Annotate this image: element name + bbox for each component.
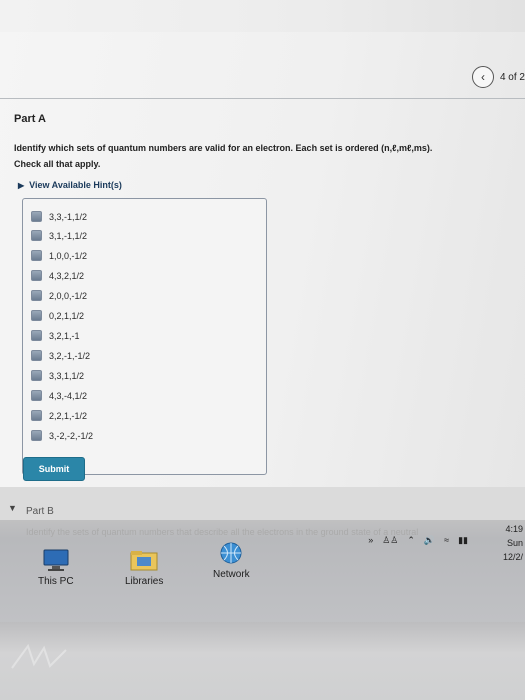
checkbox[interactable]: [31, 250, 42, 261]
option-item[interactable]: 2,2,1,-1/2: [31, 410, 87, 421]
instruction-text: Check all that apply.: [14, 159, 101, 169]
chevron-left-icon: ‹: [480, 70, 485, 84]
option-label: 3,2,-1,-1/2: [49, 350, 91, 361]
browser-top-strip: [0, 0, 525, 33]
option-item[interactable]: 0,2,1,1/2: [31, 310, 84, 321]
checkbox[interactable]: [31, 310, 42, 321]
submit-button[interactable]: Submit: [23, 457, 85, 481]
option-item[interactable]: 3,2,-1,-1/2: [31, 350, 90, 361]
answer-options: 3,3,-1,1/2 3,1,-1,1/2 1,0,0,-1/2 4,3,2,1…: [22, 198, 267, 475]
caret-right-icon: ▶: [18, 180, 25, 190]
clock-time: 4:19: [505, 524, 523, 534]
clock-day: Sun: [506, 538, 523, 548]
clock-date: 12/2/: [502, 552, 523, 562]
question-nav: ‹ 4 of 2: [471, 66, 525, 88]
checkbox[interactable]: [31, 370, 42, 381]
folder-icon: [130, 551, 158, 571]
question-text: Identify which sets of quantum numbers a…: [14, 143, 433, 153]
network-shortcut[interactable]: Network: [213, 541, 250, 580]
option-label: 0,2,1,1/2: [49, 310, 85, 321]
option-label: 3,3,1,1/2: [49, 370, 85, 381]
checkbox[interactable]: [31, 290, 42, 301]
part-b-title[interactable]: Part B: [26, 506, 54, 517]
taskbar-clock[interactable]: 4:19 Sun 12/2/: [503, 522, 523, 564]
caret-down-icon[interactable]: ▼: [8, 503, 17, 513]
globe-icon: [220, 542, 242, 564]
system-tray: » ♙♙ ⌃ 🔊 ≈ ▮▮: [300, 525, 525, 555]
option-item[interactable]: 2,0,0,-1/2: [31, 290, 87, 301]
previous-question-button[interactable]: ‹: [471, 66, 494, 88]
option-item[interactable]: 3,2,1,-1: [31, 330, 80, 341]
checkbox[interactable]: [31, 270, 42, 281]
option-label: 2,2,1,-1/2: [49, 410, 88, 421]
option-label: 3,3,-1,1/2: [49, 211, 88, 222]
option-label: 3,2,1,-1: [49, 330, 80, 341]
part-a-title: Part A: [14, 113, 46, 125]
option-item[interactable]: 3,1,-1,1/2: [31, 230, 87, 241]
option-item[interactable]: 3,3,-1,1/2: [31, 211, 87, 222]
checkbox[interactable]: [31, 350, 42, 361]
checkbox[interactable]: [31, 410, 42, 421]
desktop-icon-label: This PC: [38, 576, 74, 587]
page-count: 4 of 2: [499, 71, 525, 83]
monitor-bezel: [0, 622, 525, 700]
chevron-up-icon[interactable]: ⌃: [407, 535, 415, 546]
option-item[interactable]: 4,3,-4,1/2: [31, 390, 87, 401]
hints-label: View Available Hint(s): [29, 180, 122, 190]
screen-glare: [11, 643, 67, 669]
computer-icon: [43, 549, 69, 571]
option-item[interactable]: 3,3,1,1/2: [31, 370, 84, 381]
wifi-icon[interactable]: ≈: [444, 535, 449, 545]
option-label: 4,3,2,1/2: [49, 270, 85, 281]
desktop-icon-label: Libraries: [125, 576, 164, 587]
chevron-double-right-icon[interactable]: »: [368, 535, 373, 545]
checkbox[interactable]: [31, 211, 42, 222]
checkbox[interactable]: [31, 330, 42, 341]
option-label: 2,0,0,-1/2: [49, 290, 88, 301]
option-item[interactable]: 1,0,0,-1/2: [31, 250, 87, 261]
checkbox[interactable]: [31, 390, 42, 401]
section-divider: [0, 98, 525, 99]
option-item[interactable]: 3,-2,-2,-1/2: [31, 430, 93, 441]
volume-icon[interactable]: 🔊: [424, 535, 435, 546]
checkbox[interactable]: [31, 430, 42, 441]
option-label: 3,1,-1,1/2: [49, 230, 88, 241]
option-label: 4,3,-4,1/2: [49, 390, 88, 401]
libraries-shortcut[interactable]: Libraries: [125, 548, 163, 587]
option-item[interactable]: 4,3,2,1/2: [31, 270, 84, 281]
people-icon[interactable]: ♙♙: [382, 535, 398, 546]
option-label: 1,0,0,-1/2: [49, 250, 88, 261]
view-hints-link[interactable]: ▶ View Available Hint(s): [18, 180, 122, 190]
this-pc-shortcut[interactable]: This PC: [38, 548, 74, 587]
desktop-icon-label: Network: [213, 569, 250, 580]
option-label: 3,-2,-2,-1/2: [49, 430, 94, 441]
checkbox[interactable]: [31, 230, 42, 241]
battery-icon[interactable]: ▮▮: [458, 535, 468, 546]
